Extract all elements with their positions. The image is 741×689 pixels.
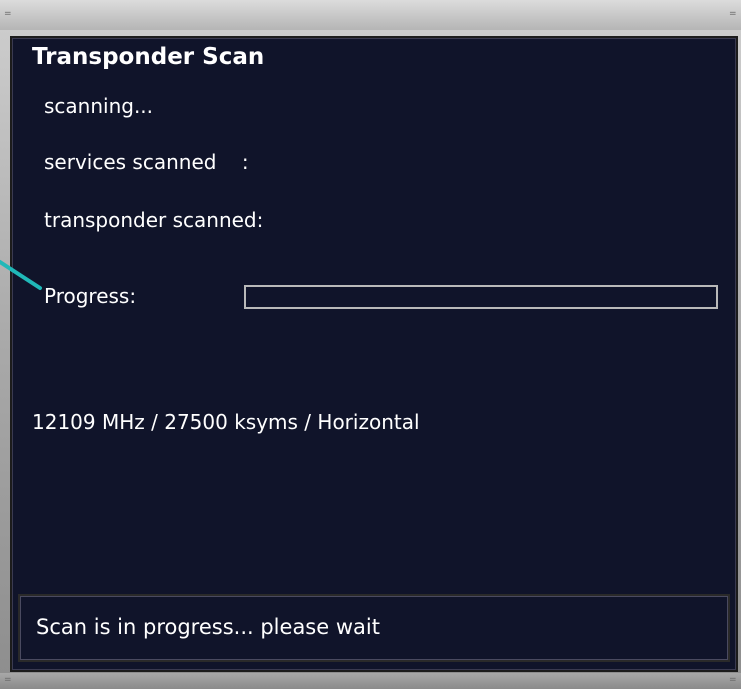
- grip-left-icon: =: [4, 9, 12, 19]
- progress-bar: [244, 285, 718, 309]
- frequency-info: 12109 MHz / 27500 ksyms / Horizontal: [32, 410, 420, 434]
- grip-bottom-left-icon: =: [4, 675, 12, 685]
- services-scanned-label: services scanned :: [44, 150, 249, 174]
- status-box: Scan is in progress... please wait: [18, 594, 730, 662]
- bottom-bezel: = =: [0, 673, 741, 689]
- grip-right-icon: =: [729, 9, 737, 19]
- screen-frame: = = Transponder Scan scanning... service…: [0, 0, 741, 689]
- grip-bottom-right-icon: =: [729, 675, 737, 685]
- status-message: Scan is in progress... please wait: [36, 615, 380, 639]
- progress-label: Progress:: [44, 284, 137, 308]
- transponder-scan-window: Transponder Scan scanning... services sc…: [10, 36, 738, 672]
- window-title: Transponder Scan: [32, 44, 265, 70]
- scan-state-text: scanning...: [44, 94, 154, 118]
- callout-arrow-icon: [0, 260, 42, 290]
- transponder-scanned-label: transponder scanned:: [44, 208, 264, 232]
- top-bezel: = =: [0, 0, 741, 30]
